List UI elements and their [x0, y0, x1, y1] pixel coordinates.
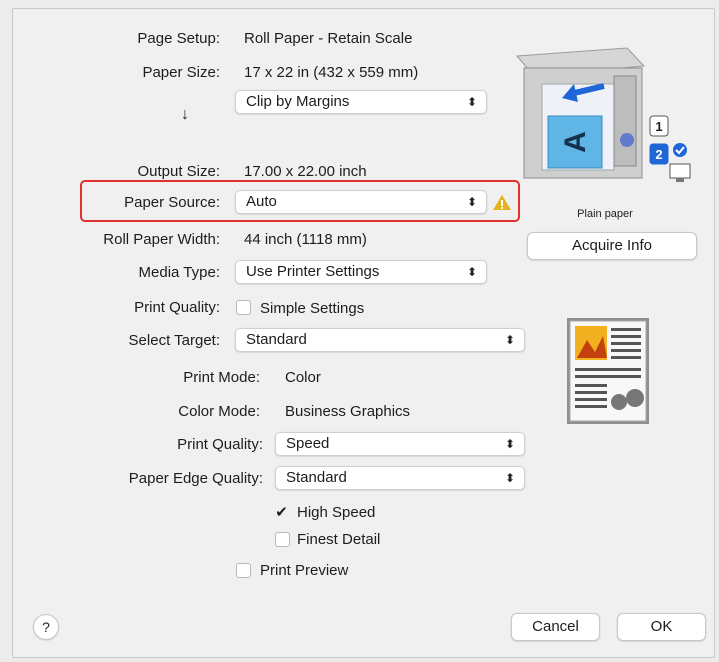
print-quality-label: Print Quality: — [177, 436, 263, 453]
updown-chevron-icon: ⬍ — [504, 333, 515, 347]
updown-chevron-icon: ⬍ — [504, 471, 515, 485]
print-preview-label: Print Preview — [260, 562, 349, 579]
media-type-popup[interactable]: Use Printer Settings ⬍ — [235, 260, 487, 284]
print-mode-label: Print Mode: — [183, 369, 260, 386]
print-quality-popup[interactable]: Speed ⬍ — [275, 432, 525, 456]
tray-1-number: 1 — [655, 119, 662, 134]
updown-chevron-icon: ⬍ — [466, 195, 477, 209]
paper-edge-quality-popup[interactable]: Standard ⬍ — [275, 466, 525, 490]
printer-illustration: A 1 2 — [515, 47, 691, 182]
output-size-value: 17.00 x 22.00 inch — [244, 163, 367, 180]
finest-detail-checkbox[interactable] — [275, 532, 290, 547]
print-quality-value: Speed — [286, 435, 330, 452]
paper-edge-quality-value: Standard — [286, 469, 347, 486]
paper-type-caption: Plain paper — [577, 208, 633, 220]
paper-source-popup[interactable]: Auto ⬍ — [235, 190, 487, 214]
finest-detail-label: Finest Detail — [297, 531, 381, 548]
print-mode-value: Color — [285, 369, 321, 386]
page-setup-label: Page Setup: — [137, 30, 220, 47]
page-setup-value: Roll Paper - Retain Scale — [244, 30, 413, 47]
help-button[interactable]: ? — [33, 614, 59, 640]
updown-chevron-icon: ⬍ — [504, 437, 515, 451]
clip-popup-value: Clip by Margins — [246, 93, 350, 110]
roll-paper-width-value: 44 inch (1118 mm) — [244, 231, 367, 248]
warning-icon[interactable] — [492, 194, 512, 211]
paper-edge-quality-label: Paper Edge Quality: — [128, 470, 263, 487]
select-target-label: Select Target: — [128, 332, 220, 349]
cancel-button[interactable]: Cancel — [511, 613, 600, 641]
checkmark-icon: ✔ — [275, 504, 288, 521]
updown-chevron-icon: ⬍ — [466, 265, 477, 279]
down-arrow-icon: ↓ — [181, 106, 189, 123]
output-size-label: Output Size: — [137, 163, 220, 180]
high-speed-checkbox[interactable]: ✔ — [274, 505, 289, 520]
paper-size-value: 17 x 22 in (432 x 559 mm) — [244, 64, 419, 81]
tray-2-number: 2 — [655, 147, 662, 162]
select-target-value: Standard — [246, 331, 307, 348]
color-mode-label: Color Mode: — [178, 403, 260, 420]
paper-size-label: Paper Size: — [142, 64, 220, 81]
select-target-popup[interactable]: Standard ⬍ — [235, 328, 525, 352]
clip-popup[interactable]: Clip by Margins ⬍ — [235, 90, 487, 114]
document-preview-icon — [567, 318, 649, 424]
paper-source-label: Paper Source: — [124, 194, 220, 211]
sheet-letter: A — [559, 131, 592, 153]
simple-settings-label: Simple Settings — [260, 300, 365, 317]
roll-paper-width-label: Roll Paper Width: — [103, 231, 220, 248]
paper-source-value: Auto — [246, 193, 277, 210]
print-preview-checkbox[interactable] — [236, 563, 251, 578]
simple-settings-checkbox[interactable] — [236, 300, 251, 315]
ok-button[interactable]: OK — [617, 613, 706, 641]
media-type-label: Media Type: — [138, 264, 220, 281]
high-speed-label: High Speed — [297, 504, 376, 521]
media-type-value: Use Printer Settings — [246, 263, 380, 280]
color-mode-value: Business Graphics — [285, 403, 411, 420]
print-quality-top-label: Print Quality: — [134, 299, 220, 316]
acquire-info-button[interactable]: Acquire Info — [527, 232, 697, 260]
updown-chevron-icon: ⬍ — [466, 95, 477, 109]
